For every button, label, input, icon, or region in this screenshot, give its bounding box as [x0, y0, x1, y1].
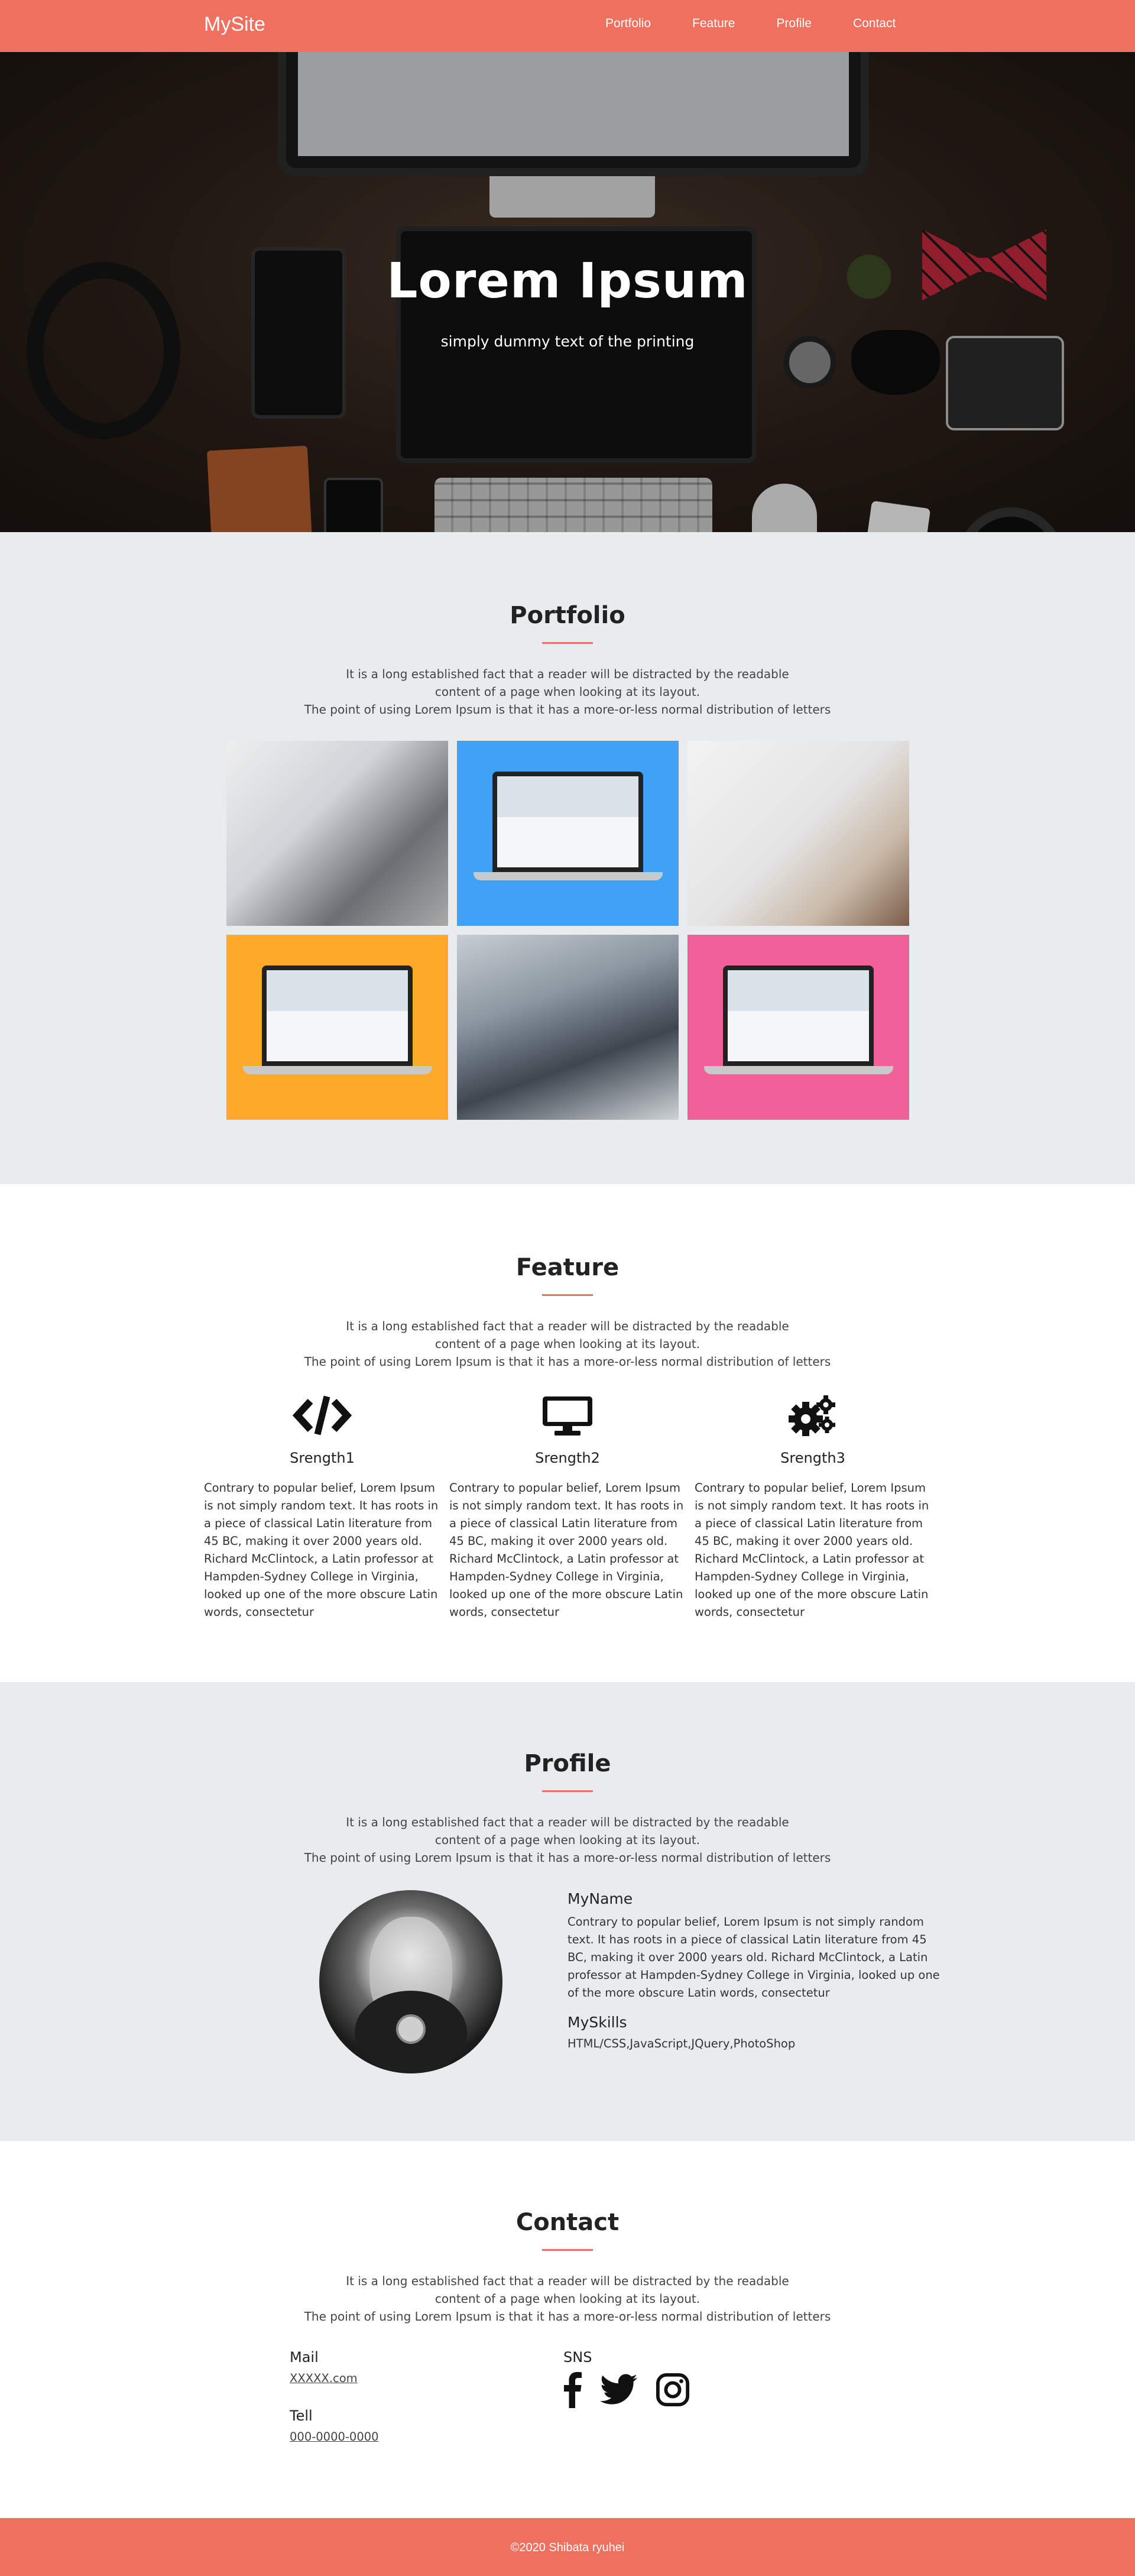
- code-icon: [292, 1395, 352, 1436]
- sns-icons: [563, 2371, 690, 2408]
- feature-text: Contrary to popular belief, Lorem Ipsum …: [204, 1481, 439, 1619]
- portfolio-item-magazine-photo[interactable]: [226, 741, 448, 926]
- feature-name: Srength3: [780, 1450, 845, 1466]
- feature-list: Srength1 Contrary to popular belief, Lor…: [204, 1394, 931, 1621]
- contact-description: It is a long established fact that a rea…: [0, 2272, 1135, 2325]
- title-underline: [542, 2249, 593, 2251]
- portfolio-grid: [226, 741, 909, 1120]
- description-line: It is a long established fact that a rea…: [346, 2274, 789, 2288]
- description-line: The point of using Lorem Ipsum is that i…: [304, 1355, 831, 1369]
- hero-banner: Lorem Ipsum simply dummy text of the pri…: [0, 52, 1135, 532]
- profile-body: MyName Contrary to popular belief, Lorem…: [242, 1890, 940, 2085]
- portfolio-description: It is a long established fact that a rea…: [0, 665, 1135, 718]
- profile-section: Profile It is a long established fact th…: [0, 1682, 1135, 2141]
- footer-copyright: ©2020 Shibata ryuhei: [510, 2541, 625, 2554]
- profile-bio: Contrary to popular belief, Lorem Ipsum …: [568, 1915, 940, 2000]
- main-nav: Portfolio Feature Profile Contact: [605, 17, 937, 31]
- nav-link-contact[interactable]: Contact: [853, 17, 896, 31]
- profile-name-heading: MyName: [568, 1890, 633, 1907]
- description-line: It is a long established fact that a rea…: [346, 667, 789, 681]
- mail-label: Mail: [290, 2349, 319, 2366]
- site-header: MySite Portfolio Feature Profile Contact: [0, 0, 1135, 52]
- portfolio-item-meeting-photo[interactable]: [456, 935, 679, 1120]
- feature-text: Contrary to popular belief, Lorem Ipsum …: [695, 1481, 929, 1619]
- feature-item: Srength1 Contrary to popular belief, Lor…: [204, 1394, 440, 1621]
- feature-item: Srength2 Contrary to popular belief, Lor…: [449, 1394, 686, 1621]
- sns-block: SNS: [563, 2349, 690, 2408]
- nav-link-portfolio[interactable]: Portfolio: [605, 17, 651, 31]
- profile-title: Profile: [524, 1750, 611, 1777]
- profile-skills-heading: MySkills: [568, 2014, 627, 2031]
- contact-title: Contact: [515, 2209, 620, 2236]
- laptop-base: [473, 872, 663, 880]
- mail-link[interactable]: XXXXX.com: [290, 2371, 379, 2385]
- title-underline: [542, 1294, 593, 1296]
- profile-info: MyName Contrary to popular belief, Lorem…: [568, 1890, 946, 2050]
- portfolio-item-orange-laptop[interactable]: [226, 935, 448, 1120]
- laptop-image: [492, 772, 643, 872]
- tell-link[interactable]: 000-0000-0000: [290, 2430, 379, 2444]
- facebook-icon[interactable]: [563, 2371, 582, 2408]
- portfolio-item-pink-laptop[interactable]: [687, 935, 909, 1120]
- site-footer: ©2020 Shibata ryuhei: [0, 2518, 1135, 2576]
- description-line: content of a page when looking at its la…: [434, 1337, 701, 1351]
- hero-subtitle: simply dummy text of the printing: [440, 333, 695, 350]
- instagram-icon[interactable]: [656, 2371, 690, 2408]
- contact-body: Mail XXXXX.com Tell 000-0000-0000 SNS: [242, 2349, 893, 2467]
- description-line: The point of using Lorem Ipsum is that i…: [304, 1851, 831, 1865]
- description-line: The point of using Lorem Ipsum is that i…: [304, 2309, 831, 2324]
- profile-description: It is a long established fact that a rea…: [0, 1813, 1135, 1867]
- contact-details: Mail XXXXX.com Tell 000-0000-0000: [290, 2349, 379, 2466]
- site-logo[interactable]: MySite: [204, 13, 265, 36]
- portfolio-item-whiteboard-photo[interactable]: [687, 741, 909, 926]
- description-line: It is a long established fact that a rea…: [346, 1319, 789, 1333]
- portfolio-title: Portfolio: [510, 602, 625, 629]
- avatar: [319, 1890, 502, 2073]
- description-line: It is a long established fact that a rea…: [346, 1815, 789, 1829]
- feature-text: Contrary to popular belief, Lorem Ipsum …: [449, 1481, 684, 1619]
- title-underline: [542, 642, 593, 644]
- contact-section: Contact It is a long established fact th…: [0, 2141, 1135, 2518]
- description-line: content of a page when looking at its la…: [434, 2292, 701, 2306]
- nav-link-profile[interactable]: Profile: [776, 17, 812, 31]
- description-line: The point of using Lorem Ipsum is that i…: [304, 702, 831, 717]
- title-underline: [542, 1790, 593, 1792]
- laptop-base: [703, 1066, 893, 1074]
- laptop-image: [261, 965, 413, 1066]
- laptop-base: [242, 1066, 432, 1074]
- tell-label: Tell: [290, 2407, 313, 2424]
- profile-skills: HTML/CSS,JavaScript,JQuery,PhotoShop: [568, 2037, 796, 2050]
- hero-title: Lorem Ipsum: [387, 253, 748, 309]
- twitter-icon[interactable]: [600, 2371, 638, 2408]
- portfolio-item-blue-laptop[interactable]: [456, 741, 679, 926]
- sns-label: SNS: [563, 2349, 592, 2366]
- feature-name: Srength2: [535, 1450, 600, 1466]
- description-line: content of a page when looking at its la…: [434, 1833, 701, 1847]
- gears-icon: [789, 1395, 835, 1436]
- hero-text: Lorem Ipsum simply dummy text of the pri…: [0, 253, 1135, 350]
- description-line: content of a page when looking at its la…: [434, 685, 701, 699]
- feature-name: Srength1: [290, 1450, 355, 1466]
- nav-link-feature[interactable]: Feature: [692, 17, 735, 31]
- laptop-image: [722, 965, 874, 1066]
- feature-title: Feature: [515, 1254, 620, 1281]
- feature-description: It is a long established fact that a rea…: [0, 1317, 1135, 1370]
- feature-section: Feature It is a long established fact th…: [0, 1184, 1135, 1682]
- desktop-icon: [543, 1396, 592, 1436]
- feature-item: Srength3 Contrary to popular belief, Lor…: [695, 1394, 931, 1621]
- portfolio-section: Portfolio It is a long established fact …: [0, 532, 1135, 1184]
